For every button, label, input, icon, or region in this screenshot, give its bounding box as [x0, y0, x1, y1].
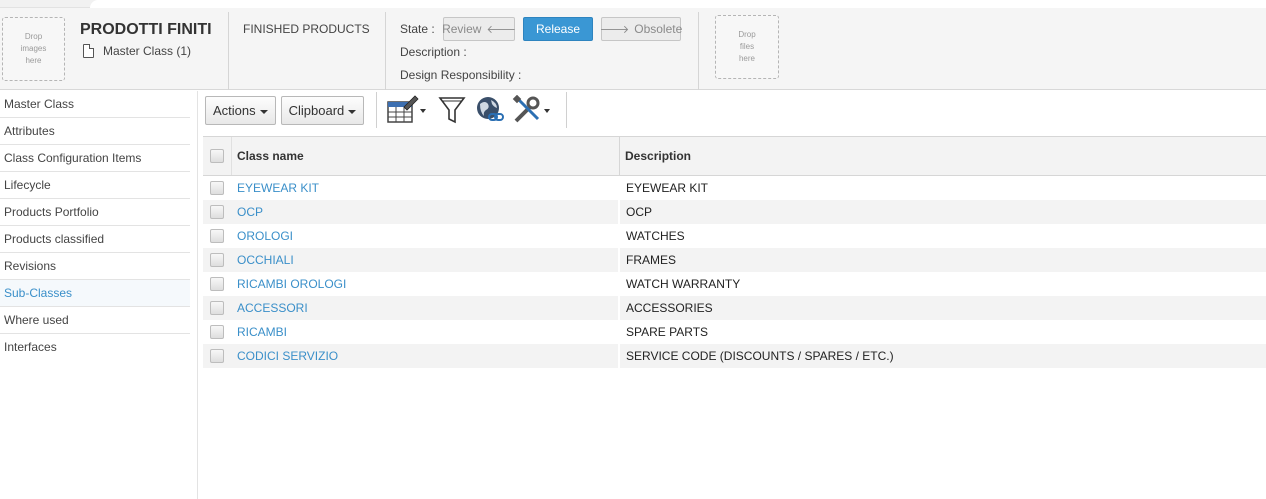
class-name-link[interactable]: OCCHIALI	[231, 248, 620, 272]
table-row: ACCESSORI ACCESSORIES	[203, 296, 1266, 320]
row-checkbox[interactable]	[210, 229, 224, 243]
class-description: WATCH WARRANTY	[626, 277, 741, 291]
row-check-cell	[203, 205, 231, 219]
class-name-link[interactable]: CODICI SERVIZIO	[231, 344, 620, 368]
tools-icon-graphic	[512, 95, 550, 123]
class-description: SPARE PARTS	[626, 325, 709, 339]
sidebar-item-products-classified[interactable]: Products classified	[0, 226, 190, 253]
table-row: RICAMBI OROLOGI WATCH WARRANTY	[203, 272, 1266, 296]
object-header: Drop images here PRODOTTI FINITI Master …	[0, 8, 1266, 90]
arrow-left-icon: 🡐	[486, 24, 516, 36]
description-label: Description :	[400, 45, 467, 59]
obsolete-label: Obsolete	[634, 22, 683, 36]
page-title: PRODOTTI FINITI	[80, 21, 212, 38]
row-check-cell	[203, 229, 231, 243]
header-divider	[385, 12, 386, 90]
filter-icon-graphic	[438, 97, 466, 124]
row-checkbox[interactable]	[210, 349, 224, 363]
table-row: OCP OCP	[203, 200, 1266, 224]
row-checkbox[interactable]	[210, 325, 224, 339]
drop-files-zone[interactable]: Drop files here	[715, 15, 779, 79]
row-check-cell	[203, 277, 231, 291]
table-row: OROLOGI WATCHES	[203, 224, 1266, 248]
browser-top-edge	[0, 0, 1266, 8]
row-checkbox[interactable]	[210, 253, 224, 267]
row-check-cell	[203, 349, 231, 363]
table-row: RICAMBI SPARE PARTS	[203, 320, 1266, 344]
chevron-down-icon	[348, 109, 357, 114]
toolbar-separator	[566, 92, 567, 128]
class-name-link[interactable]: ACCESSORI	[231, 296, 620, 320]
page-subtitle: FINISHED PRODUCTS	[243, 22, 370, 36]
actions-label: Actions	[213, 103, 256, 118]
select-all-cell	[203, 137, 231, 175]
table-edit-icon-graphic	[387, 95, 426, 123]
sidebar: Master Class Attributes Class Configurat…	[0, 91, 190, 361]
class-name-link[interactable]: OCP	[231, 200, 620, 224]
release-button[interactable]: Release	[523, 17, 593, 41]
toolbar-separator	[376, 92, 377, 128]
drop-images-zone[interactable]: Drop images here	[2, 17, 65, 81]
tools-icon[interactable]	[512, 95, 556, 125]
review-button[interactable]: Review 🡐	[442, 17, 516, 41]
obsolete-button[interactable]: 🡒 Obsolete	[599, 17, 683, 41]
table-row: OCCHIALI FRAMES	[203, 248, 1266, 272]
sidebar-border	[197, 91, 198, 499]
arrow-right-icon: 🡒	[599, 24, 630, 36]
release-label: Release	[535, 22, 581, 36]
toolbar: Actions Clipboard	[205, 96, 369, 125]
sidebar-item-lifecycle[interactable]: Lifecycle	[0, 172, 190, 199]
sidebar-item-where-used[interactable]: Where used	[0, 307, 190, 334]
class-description: OCP	[626, 205, 653, 219]
class-description: FRAMES	[626, 253, 677, 267]
master-class-line: Master Class (1)	[83, 44, 191, 58]
select-all-checkbox[interactable]	[210, 149, 224, 163]
class-name-link[interactable]: OROLOGI	[231, 224, 620, 248]
table-row: CODICI SERVIZIO SERVICE CODE (DISCOUNTS …	[203, 344, 1266, 368]
actions-button[interactable]: Actions	[205, 96, 276, 125]
clipboard-button[interactable]: Clipboard	[280, 96, 365, 125]
table-edit-icon[interactable]	[386, 95, 430, 125]
sidebar-item-class-configuration-items[interactable]: Class Configuration Items	[0, 145, 190, 172]
column-header-description[interactable]: Description	[620, 137, 1266, 175]
row-checkbox[interactable]	[210, 277, 224, 291]
class-description: ACCESSORIES	[626, 301, 713, 315]
row-check-cell	[203, 325, 231, 339]
clipboard-label: Clipboard	[288, 103, 345, 118]
table-header: Class name Description	[203, 136, 1266, 176]
sidebar-item-master-class[interactable]: Master Class	[0, 91, 190, 118]
design-responsibility-label: Design Responsibility :	[400, 68, 522, 82]
class-description: WATCHES	[626, 229, 685, 243]
row-check-cell	[203, 253, 231, 267]
sidebar-item-attributes[interactable]: Attributes	[0, 118, 190, 145]
sidebar-item-revisions[interactable]: Revisions	[0, 253, 190, 280]
globe-link-icon[interactable]	[475, 95, 505, 125]
header-divider	[698, 12, 699, 90]
column-header-class-name[interactable]: Class name	[231, 137, 620, 175]
filter-icon[interactable]	[438, 95, 468, 125]
sidebar-item-interfaces[interactable]: Interfaces	[0, 334, 190, 361]
row-checkbox[interactable]	[210, 181, 224, 195]
chevron-down-icon	[259, 109, 268, 114]
row-checkbox[interactable]	[210, 301, 224, 315]
row-checkbox[interactable]	[210, 205, 224, 219]
class-name-link[interactable]: RICAMBI OROLOGI	[231, 272, 620, 296]
row-check-cell	[203, 181, 231, 195]
review-label: Review	[442, 22, 482, 36]
sidebar-item-products-portfolio[interactable]: Products Portfolio	[0, 199, 190, 226]
tab-curve	[90, 0, 1266, 8]
state-label: State :	[400, 22, 435, 36]
class-name-link[interactable]: RICAMBI	[231, 320, 620, 344]
document-icon	[83, 44, 94, 58]
class-name-link[interactable]: EYEWEAR KIT	[231, 176, 620, 200]
table-row: EYEWEAR KIT EYEWEAR KIT	[203, 176, 1266, 200]
globe-link-icon-graphic	[477, 97, 504, 121]
row-check-cell	[203, 301, 231, 315]
class-description: SERVICE CODE (DISCOUNTS / SPARES / ETC.)	[626, 349, 894, 363]
subclasses-table: Class name Description EYEWEAR KIT EYEWE…	[203, 136, 1266, 368]
class-description: EYEWEAR KIT	[626, 181, 709, 195]
sidebar-item-sub-classes[interactable]: Sub-Classes	[0, 280, 190, 307]
header-divider	[228, 12, 229, 90]
master-class-label: Master Class (1)	[103, 44, 192, 58]
